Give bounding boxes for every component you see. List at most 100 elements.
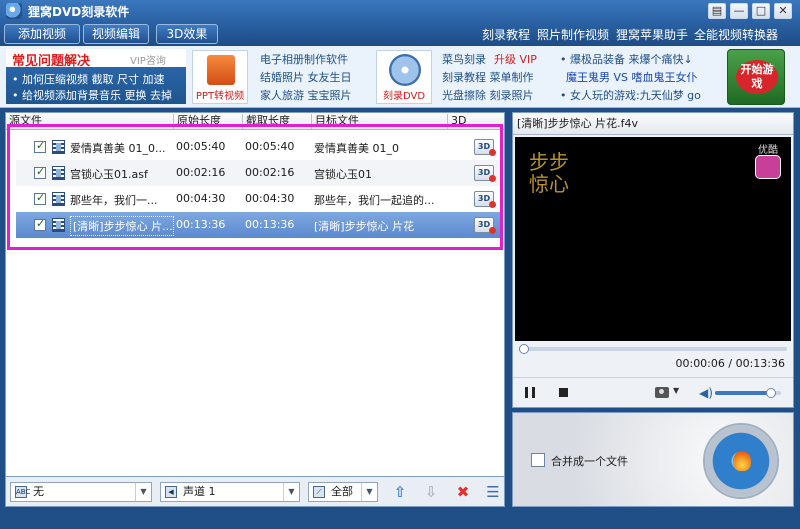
toolbar: 添加视频 视频编辑 3D效果 刻录教程 照片制作视频 狸窝苹果助手 全能视频转换… (0, 22, 800, 46)
3d-badge-icon[interactable]: 3D (474, 139, 496, 156)
row-target: 那些年，我们一起追的... (314, 194, 435, 207)
family-photos-link[interactable]: 家人旅游 宝宝照片 (260, 87, 352, 103)
move-up-icon[interactable]: ⇧ (391, 483, 409, 501)
row-checkbox[interactable] (34, 165, 46, 179)
burn-dvd-label: 刻录DVD (382, 91, 426, 102)
ppt-icon (207, 55, 235, 85)
col-target[interactable]: 目标文件 (312, 114, 448, 129)
preview-filename: [清晰]步步惊心 片花.f4v (513, 113, 793, 135)
game-ad-link-3[interactable]: • 女人玩的游戏:九天仙梦 go (560, 87, 701, 103)
row-target: 宫锁心玉01 (314, 168, 372, 181)
volume-handle[interactable] (766, 388, 777, 398)
faq-link-compress[interactable]: • 加何压缩视频 截取 尺寸 加速 (12, 71, 164, 87)
title-bar: 狸窝DVD刻录软件 ▤ — □ ✕ (0, 0, 800, 22)
youku-watermark-icon: 优酷 (751, 141, 785, 181)
subtitle-value: 无 (33, 485, 44, 498)
row-source: 宫锁心玉01.asf (70, 168, 148, 181)
row-checkbox[interactable] (34, 217, 46, 231)
disc-erase-link[interactable]: 光盘擦除 刻录照片 (442, 87, 534, 103)
row-original: 00:02:16 (176, 166, 226, 179)
wedding-photos-link[interactable]: 结婚照片 女友生日 (260, 69, 352, 85)
app-logo-icon (6, 3, 22, 19)
minimize-button[interactable]: — (730, 3, 748, 19)
clear-list-icon[interactable]: ☰ (484, 483, 502, 501)
game-ad-link-1[interactable]: • 爆极品装备 来爆个痛快↓ (560, 51, 693, 67)
burn-menu-link[interactable]: 刻录教程 菜单制作 (442, 69, 534, 85)
table-row[interactable]: 爱情真善美 01_0... 00:05:40 00:05:40 爱情真善美 01… (16, 134, 502, 160)
list-header: 源文件 原始长度 截取长度 目标文件 3D (6, 113, 504, 130)
merge-checkbox[interactable] (531, 453, 545, 467)
burn-start-button[interactable] (703, 423, 779, 499)
faq-title[interactable]: 常见问题解决 (12, 50, 90, 69)
row-target: [清晰]步步惊心 片花 (314, 220, 415, 233)
row-target: 爱情真善美 01_0 (314, 142, 399, 155)
promo-bar: 常见问题解决 VIP咨询 • 加何压缩视频 截取 尺寸 加速 • 给视频添加背景… (0, 46, 800, 108)
delete-icon[interactable]: ✖ (454, 483, 472, 501)
flame-icon (733, 451, 751, 471)
volume-slider[interactable] (715, 388, 781, 398)
burn-dvd-tile[interactable]: 刻录DVD (376, 50, 432, 104)
menu-button[interactable]: ▤ (708, 3, 726, 19)
row-source: [清晰]步步惊心 片... (70, 216, 174, 236)
col-original-length[interactable]: 原始长度 (174, 114, 243, 129)
chevron-down-icon[interactable]: ▼ (673, 386, 679, 395)
pause-icon[interactable] (525, 387, 535, 398)
upgrade-vip-link[interactable]: 升级 VIP (494, 51, 537, 67)
apply-scope-icon: ⟋ (313, 486, 325, 498)
start-game-label: 开始游戏 (736, 60, 778, 94)
audio-track-select[interactable]: ◀ 声道 1 ▼ (160, 482, 300, 502)
seek-handle[interactable] (519, 344, 529, 354)
add-video-button[interactable]: 添加视频 (4, 24, 80, 44)
volume-icon[interactable]: ◀) (699, 386, 713, 400)
faq-box: 常见问题解决 VIP咨询 • 加何压缩视频 截取 尺寸 加速 • 给视频添加背景… (6, 49, 186, 104)
row-checkbox[interactable] (34, 191, 46, 205)
3d-effect-button[interactable]: 3D效果 (156, 24, 218, 44)
beginner-burn-link[interactable]: 菜鸟刻录 (442, 51, 486, 67)
edit-video-button[interactable]: 视频编辑 (83, 24, 149, 44)
vip-consult-link[interactable]: VIP咨询 (130, 52, 166, 67)
film-icon (52, 140, 65, 154)
chevron-down-icon[interactable]: ▼ (135, 483, 151, 501)
game-ad-link-2[interactable]: 魔王鬼男 VS 嗜血鬼王女仆 (566, 69, 698, 85)
col-clip-length[interactable]: 截取长度 (243, 114, 312, 129)
album-software-link[interactable]: 电子相册制作软件 (260, 51, 348, 67)
apple-helper-link[interactable]: 狸窝苹果助手 (616, 26, 688, 43)
maximize-button[interactable]: □ (752, 3, 770, 19)
table-row[interactable]: 宫锁心玉01.asf 00:02:16 00:02:16 宫锁心玉01 3D (16, 160, 502, 186)
apply-scope-select[interactable]: ⟋ 全部 ▼ (308, 482, 378, 502)
app-title: 狸窝DVD刻录软件 (28, 5, 130, 19)
move-down-icon[interactable]: ⇩ (422, 483, 440, 501)
film-icon (52, 192, 65, 206)
ppt-to-video-tile[interactable]: PPT转视频 (192, 50, 248, 104)
photo-video-link[interactable]: 照片制作视频 (537, 26, 609, 43)
video-converter-link[interactable]: 全能视频转换器 (694, 26, 778, 43)
row-clip: 00:04:30 (245, 192, 295, 205)
table-row[interactable]: 那些年，我们一... 00:04:30 00:04:30 那些年，我们一起追的.… (16, 186, 502, 212)
row-clip: 00:02:16 (245, 166, 295, 179)
3d-badge-icon[interactable]: 3D (474, 217, 496, 234)
seek-slider[interactable] (519, 344, 787, 354)
stop-icon[interactable] (559, 388, 568, 397)
watermark-badge (755, 155, 781, 179)
row-clip: 00:05:40 (245, 140, 295, 153)
subtitle-select[interactable]: ABC 无 ▼ (10, 482, 152, 502)
camera-icon[interactable] (655, 387, 669, 398)
film-icon (52, 218, 65, 232)
col-3d[interactable]: 3D (448, 114, 504, 129)
col-source[interactable]: 源文件 (6, 114, 174, 129)
burn-tutorial-link[interactable]: 刻录教程 (482, 26, 530, 43)
start-game-banner[interactable]: 开始游戏 (727, 49, 785, 105)
video-player[interactable]: 步步惊心 优酷 (515, 137, 791, 341)
faq-link-music[interactable]: • 给视频添加背景音乐 更换 去掉 (12, 87, 172, 103)
row-source: 那些年，我们一... (70, 194, 158, 207)
3d-badge-icon[interactable]: 3D (474, 191, 496, 208)
status-bar (0, 510, 800, 529)
burn-panel: 合并成一个文件 (512, 412, 794, 507)
row-checkbox[interactable] (34, 139, 46, 153)
playback-controls: ▼ ◀) (513, 377, 793, 407)
chevron-down-icon[interactable]: ▼ (283, 483, 299, 501)
3d-badge-icon[interactable]: 3D (474, 165, 496, 182)
chevron-down-icon[interactable]: ▼ (361, 483, 377, 501)
close-button[interactable]: ✕ (774, 3, 792, 19)
table-row-selected[interactable]: [清晰]步步惊心 片... 00:13:36 00:13:36 [清晰]步步惊心… (16, 212, 502, 238)
